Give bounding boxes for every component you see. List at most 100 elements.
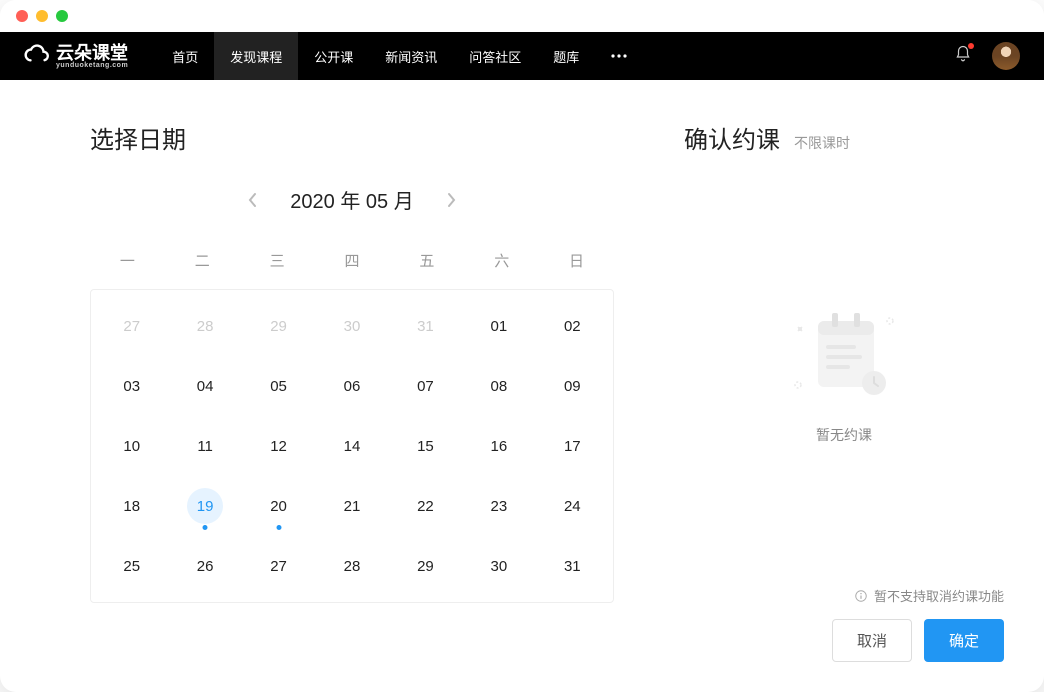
calendar-weekday: 六 bbox=[464, 240, 539, 289]
calendar-day-number: 31 bbox=[554, 548, 590, 584]
nav-items: 首页发现课程公开课新闻资讯问答社区题库 bbox=[156, 32, 595, 80]
calendar-day[interactable]: 18 bbox=[95, 476, 168, 536]
calendar-day[interactable]: 10 bbox=[95, 416, 168, 476]
confirm-header: 确认约课 不限课时 bbox=[684, 120, 1004, 155]
window-zoom-icon[interactable] bbox=[56, 10, 68, 22]
calendar-day-number: 19 bbox=[187, 488, 223, 524]
calendar-day-number: 16 bbox=[481, 428, 517, 464]
calendar-day-number: 04 bbox=[187, 368, 223, 404]
info-icon bbox=[854, 589, 868, 603]
calendar-day[interactable]: 02 bbox=[536, 296, 609, 356]
calendar-day-number: 28 bbox=[187, 308, 223, 344]
calendar-day: 28 bbox=[168, 296, 241, 356]
brand-name: 云朵课堂 bbox=[56, 44, 128, 62]
calendar-day-number: 23 bbox=[481, 488, 517, 524]
calendar-day[interactable]: 25 bbox=[95, 536, 168, 596]
calendar-day[interactable]: 28 bbox=[315, 536, 388, 596]
notification-dot-icon bbox=[968, 43, 974, 49]
brand-logo[interactable]: 云朵课堂 yunduoketang.com bbox=[24, 43, 128, 69]
calendar-day[interactable]: 26 bbox=[168, 536, 241, 596]
empty-illustration-icon bbox=[784, 307, 904, 407]
calendar-weekdays-row: 一二三四五六日 bbox=[90, 240, 614, 289]
calendar-day-number: 22 bbox=[407, 488, 443, 524]
nav-item[interactable]: 发现课程 bbox=[214, 32, 298, 80]
calendar-day[interactable]: 17 bbox=[536, 416, 609, 476]
calendar-day-number: 09 bbox=[554, 368, 590, 404]
confirm-footer: 暂不支持取消约课功能 取消 确定 bbox=[684, 586, 1004, 662]
chevron-right-icon bbox=[447, 192, 457, 208]
app-window: 云朵课堂 yunduoketang.com 首页发现课程公开课新闻资讯问答社区题… bbox=[0, 0, 1044, 692]
calendar-day[interactable]: 20 bbox=[242, 476, 315, 536]
chevron-left-icon bbox=[247, 192, 257, 208]
calendar-day[interactable]: 23 bbox=[462, 476, 535, 536]
brand-domain: yunduoketang.com bbox=[56, 62, 128, 69]
calendar-header: 2020 年 05 月 bbox=[90, 185, 614, 214]
calendar-day[interactable]: 09 bbox=[536, 356, 609, 416]
calendar-day[interactable]: 07 bbox=[389, 356, 462, 416]
nav-item[interactable]: 首页 bbox=[156, 32, 214, 80]
calendar-day[interactable]: 04 bbox=[168, 356, 241, 416]
calendar-day[interactable]: 06 bbox=[315, 356, 388, 416]
calendar-day-number: 17 bbox=[554, 428, 590, 464]
calendar-day[interactable]: 19 bbox=[168, 476, 241, 536]
next-month-button[interactable] bbox=[442, 190, 462, 210]
calendar-day[interactable]: 29 bbox=[389, 536, 462, 596]
calendar-day[interactable]: 16 bbox=[462, 416, 535, 476]
calendar-day-number: 28 bbox=[334, 548, 370, 584]
calendar-day-number: 01 bbox=[481, 308, 517, 344]
calendar-weekday: 五 bbox=[389, 240, 464, 289]
calendar-day-number: 29 bbox=[407, 548, 443, 584]
user-avatar[interactable] bbox=[992, 42, 1020, 70]
notifications-button[interactable] bbox=[954, 45, 972, 68]
calendar-day[interactable]: 15 bbox=[389, 416, 462, 476]
calendar-day-number: 27 bbox=[114, 308, 150, 344]
calendar-day[interactable]: 12 bbox=[242, 416, 315, 476]
confirm-button[interactable]: 确定 bbox=[924, 619, 1004, 662]
calendar-day[interactable]: 22 bbox=[389, 476, 462, 536]
calendar-day-number: 08 bbox=[481, 368, 517, 404]
calendar-day[interactable]: 14 bbox=[315, 416, 388, 476]
nav-item[interactable]: 题库 bbox=[537, 32, 595, 80]
window-minimize-icon[interactable] bbox=[36, 10, 48, 22]
calendar-day[interactable]: 01 bbox=[462, 296, 535, 356]
calendar-row: 10 11121415 16 17 bbox=[95, 416, 609, 476]
confirm-title: 确认约课 bbox=[684, 120, 780, 155]
calendar-grid: 一二三四五六日 27 28 29 30 31 01 02 03 04 0506 07 08 09 10 11… bbox=[90, 240, 614, 603]
calendar-day[interactable]: 30 bbox=[462, 536, 535, 596]
calendar-day-number: 02 bbox=[554, 308, 590, 344]
calendar-day[interactable]: 27 bbox=[242, 536, 315, 596]
window-close-icon[interactable] bbox=[16, 10, 28, 22]
calendar-day[interactable]: 21 bbox=[315, 476, 388, 536]
calendar-day[interactable]: 05 bbox=[242, 356, 315, 416]
calendar-day[interactable]: 03 bbox=[95, 356, 168, 416]
date-picker-title: 选择日期 bbox=[90, 120, 614, 155]
calendar-day[interactable]: 31 bbox=[536, 536, 609, 596]
confirm-subtitle: 不限课时 bbox=[794, 133, 850, 153]
calendar-row: 27282930310102 bbox=[95, 296, 609, 356]
main-content: 选择日期 2020 年 05 月 一二三四五六日 27 28 29 30 31 01 02 0… bbox=[0, 80, 1044, 692]
notice-text: 暂不支持取消约课功能 bbox=[874, 586, 1004, 605]
calendar-day: 30 bbox=[315, 296, 388, 356]
calendar-day[interactable]: 11 bbox=[168, 416, 241, 476]
confirm-panel: 确认约课 不限课时 bbox=[674, 80, 1044, 692]
calendar-row: 18 19 2021 22 23 24 bbox=[95, 476, 609, 536]
calendar-day-number: 07 bbox=[407, 368, 443, 404]
empty-state-text: 暂无约课 bbox=[816, 425, 872, 445]
calendar-day-number: 03 bbox=[114, 368, 150, 404]
calendar-day-number: 29 bbox=[261, 308, 297, 344]
cancel-button[interactable]: 取消 bbox=[832, 619, 912, 662]
calendar-day[interactable]: 08 bbox=[462, 356, 535, 416]
nav-more-button[interactable] bbox=[595, 54, 643, 58]
nav-item[interactable]: 公开课 bbox=[298, 32, 369, 80]
brand-text: 云朵课堂 yunduoketang.com bbox=[56, 44, 128, 69]
calendar-day-number: 27 bbox=[261, 548, 297, 584]
calendar-day[interactable]: 24 bbox=[536, 476, 609, 536]
nav-item[interactable]: 问答社区 bbox=[453, 32, 537, 80]
nav-item[interactable]: 新闻资讯 bbox=[369, 32, 453, 80]
prev-month-button[interactable] bbox=[242, 190, 262, 210]
cancel-not-supported-notice: 暂不支持取消约课功能 bbox=[684, 586, 1004, 605]
calendar-day-number: 30 bbox=[334, 308, 370, 344]
calendar-day-number: 26 bbox=[187, 548, 223, 584]
calendar-weekday: 三 bbox=[240, 240, 315, 289]
calendar-day-number: 10 bbox=[114, 428, 150, 464]
